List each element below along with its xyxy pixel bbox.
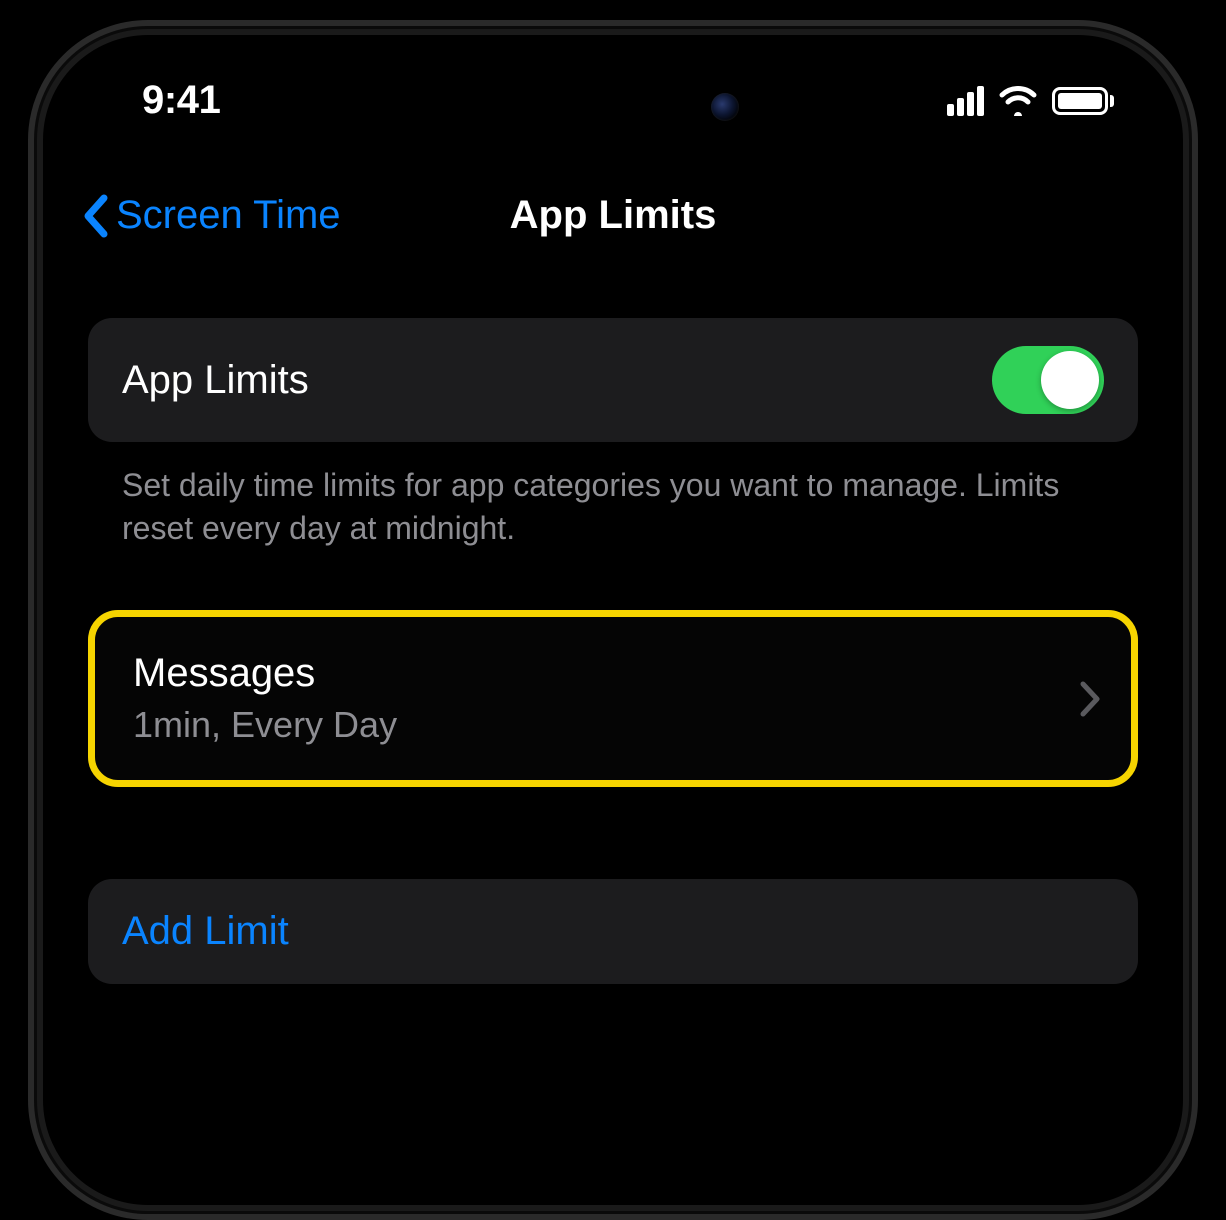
navigation-bar: Screen Time App Limits — [52, 133, 1174, 258]
chevron-left-icon — [82, 194, 108, 238]
page-title: App Limits — [510, 193, 717, 238]
back-button[interactable]: Screen Time — [82, 193, 341, 238]
phone-frame: 9:41 — [28, 20, 1198, 1220]
content-area: App Limits Set daily time limits for app… — [52, 258, 1174, 984]
limit-row-messages[interactable]: Messages 1min, Every Day — [88, 610, 1138, 787]
side-button-volume-up — [28, 626, 30, 746]
limit-subtitle: 1min, Every Day — [133, 704, 397, 746]
chevron-right-icon — [1079, 680, 1101, 718]
toggle-knob — [1041, 351, 1099, 409]
add-limit-label: Add Limit — [122, 909, 289, 953]
app-limits-toggle-label: App Limits — [122, 358, 309, 403]
app-limits-toggle-group: App Limits — [88, 318, 1138, 442]
app-limits-toggle[interactable] — [992, 346, 1104, 414]
side-button-volume-down — [28, 866, 30, 986]
limits-list: Messages 1min, Every Day — [88, 610, 1138, 787]
cellular-signal-icon — [947, 86, 984, 116]
dynamic-island — [463, 72, 763, 142]
side-button-power — [1196, 676, 1198, 876]
back-label: Screen Time — [116, 193, 341, 238]
status-time: 9:41 — [142, 78, 220, 123]
add-limit-button[interactable]: Add Limit — [88, 879, 1138, 984]
status-indicators — [947, 86, 1114, 116]
add-limit-group: Add Limit — [88, 879, 1138, 984]
app-limits-footer-text: Set daily time limits for app categories… — [88, 442, 1138, 550]
battery-icon — [1052, 87, 1114, 115]
app-limits-toggle-row[interactable]: App Limits — [88, 318, 1138, 442]
limit-title: Messages — [133, 651, 397, 696]
wifi-icon — [998, 86, 1038, 116]
side-button-silence — [28, 466, 30, 536]
front-camera-icon — [711, 93, 739, 121]
screen: 9:41 — [52, 44, 1174, 1196]
